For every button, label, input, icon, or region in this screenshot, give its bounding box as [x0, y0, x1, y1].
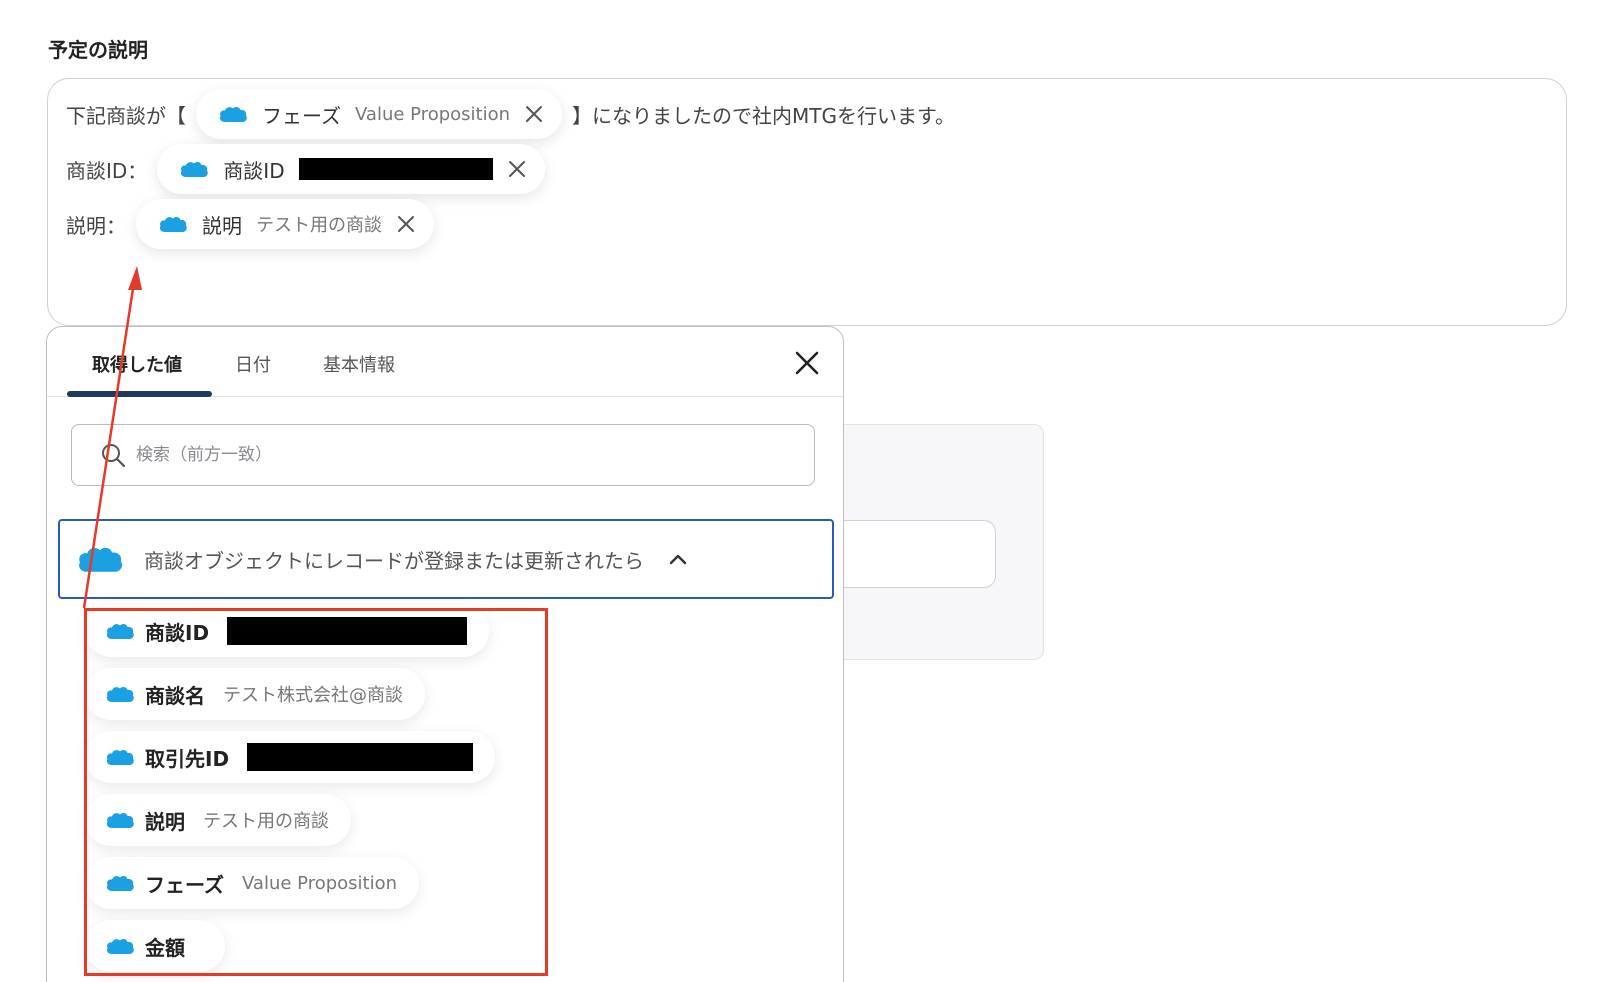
group-label: 商談オブジェクトにレコードが登録または更新されたら: [144, 548, 644, 573]
salesforce-cloud-icon: [179, 159, 209, 179]
tab-basic-info[interactable]: 基本情報: [323, 351, 395, 377]
trigger-group-header[interactable]: 商談オブジェクトにレコードが登録または更新されたら: [58, 519, 834, 599]
editor-line: 商談ID： 商談ID: [66, 144, 555, 194]
close-icon[interactable]: [793, 349, 821, 377]
salesforce-cloud-icon: [105, 747, 135, 767]
remove-chip-icon[interactable]: [396, 214, 416, 234]
salesforce-cloud-icon: [105, 684, 135, 704]
chip-name: 商談ID: [223, 158, 285, 183]
item-name: 取引先ID: [145, 746, 230, 771]
line-text: 下記商談が【: [66, 103, 186, 128]
line-text: 説明：: [66, 213, 126, 238]
chip-value: Value Proposition: [355, 103, 511, 125]
chip-value: テスト用の商談: [256, 215, 382, 236]
list-item[interactable]: フェーズ Value Proposition: [85, 857, 420, 909]
remove-chip-icon[interactable]: [507, 159, 527, 179]
variable-chip[interactable]: フェーズ Value Proposition: [196, 89, 563, 139]
list-item[interactable]: 商談名 テスト株式会社@商談: [85, 668, 425, 720]
background-input: [832, 520, 996, 588]
redacted-value: [227, 617, 468, 645]
redacted-value: [247, 743, 474, 771]
chip-name: 説明: [202, 213, 242, 238]
description-editor[interactable]: 下記商談が【 フェーズ Value Proposition 】になりましたので社…: [47, 78, 1567, 326]
search-input[interactable]: [136, 445, 736, 465]
value-picker-popup: 取得した値 日付 基本情報 商談オブジェクトにレコードが登録または更新されたら …: [46, 326, 844, 982]
section-title: 予定の説明: [48, 38, 148, 62]
list-item[interactable]: 商談ID: [85, 605, 490, 657]
tab-date[interactable]: 日付: [235, 351, 271, 377]
salesforce-cloud-icon: [105, 810, 135, 830]
search-icon: [102, 444, 126, 468]
tab-retrieved-values[interactable]: 取得した値: [92, 351, 182, 377]
chevron-up-icon[interactable]: [668, 552, 688, 566]
item-name: フェーズ: [145, 872, 224, 897]
item-name: 商談名: [145, 683, 205, 708]
salesforce-cloud-icon: [105, 873, 135, 893]
redacted-value: [298, 158, 493, 180]
variable-chip[interactable]: 商談ID: [157, 144, 545, 194]
active-tab-indicator: [67, 391, 212, 397]
salesforce-cloud-icon: [218, 104, 248, 124]
line-text: 商談ID：: [66, 158, 148, 183]
editor-line: 説明： 説明 テスト用の商談: [66, 199, 444, 249]
line-text: 】になりましたので社内MTGを行います。: [572, 103, 955, 128]
item-name: 説明: [145, 809, 185, 834]
item-name: 商談ID: [145, 620, 210, 645]
search-box[interactable]: [71, 424, 815, 486]
salesforce-cloud-icon: [158, 214, 188, 234]
item-value: テスト株式会社@商談: [223, 685, 403, 706]
salesforce-cloud-icon: [105, 936, 135, 956]
variable-chip[interactable]: 説明 テスト用の商談: [136, 199, 434, 249]
list-item[interactable]: 金額: [85, 920, 225, 972]
chip-name: フェーズ: [262, 103, 341, 128]
item-value: Value Proposition: [242, 872, 398, 894]
editor-line: 下記商談が【 フェーズ Value Proposition 】になりましたので社…: [66, 89, 955, 139]
tab-bar: 取得した値 日付 基本情報: [47, 327, 843, 397]
salesforce-cloud-icon: [76, 543, 124, 575]
remove-chip-icon[interactable]: [524, 104, 544, 124]
list-item[interactable]: 説明 テスト用の商談: [85, 794, 351, 846]
list-item[interactable]: 取引先ID: [85, 731, 496, 783]
salesforce-cloud-icon: [105, 621, 135, 641]
item-value: テスト用の商談: [203, 811, 329, 832]
item-name: 金額: [145, 935, 185, 960]
